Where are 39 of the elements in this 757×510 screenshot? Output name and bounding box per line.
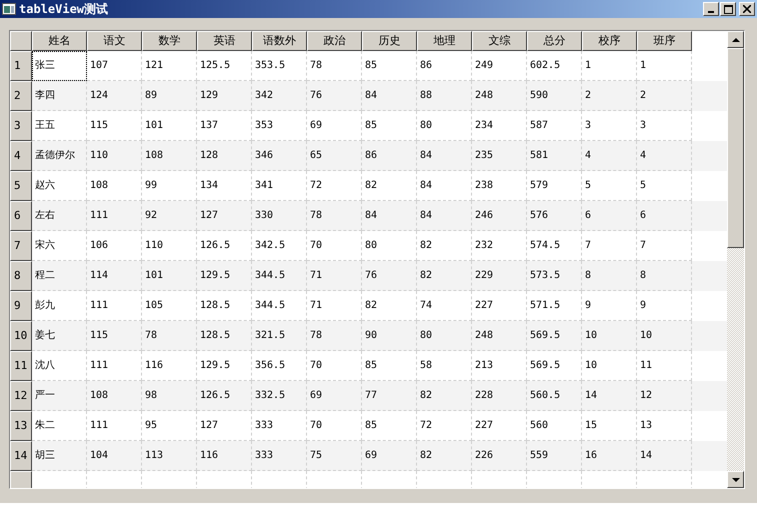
maximize-icon [724,4,732,14]
row-header[interactable]: 5 [10,171,32,201]
column-header[interactable]: 英语 [197,31,252,51]
column-header[interactable]: 校序 [582,31,637,51]
column-header[interactable]: 数学 [142,31,197,51]
column-header[interactable]: 历史 [362,31,417,51]
row-header[interactable]: 4 [10,141,32,171]
column-header[interactable]: 语数外 [252,31,307,51]
row-header[interactable]: 6 [10,201,32,231]
column-header[interactable]: 姓名 [32,31,87,51]
column-header[interactable]: 政治 [307,31,362,51]
row-header[interactable]: 11 [10,351,32,381]
row-header[interactable]: 7 [10,231,32,261]
minimize-button[interactable] [703,2,719,16]
vertical-scrollbar[interactable] [727,31,744,488]
maximize-button[interactable] [720,2,736,16]
down-arrow-icon [732,478,740,482]
column-header[interactable]: 总分 [527,31,582,51]
row-header[interactable]: 1 [10,51,32,81]
up-arrow-icon [732,38,740,42]
row-header[interactable]: 10 [10,321,32,351]
column-header[interactable]: 地理 [417,31,472,51]
row-header[interactable]: 14 [10,441,32,471]
close-icon [743,5,751,13]
row-header[interactable]: 3 [10,111,32,141]
scroll-up-button[interactable] [727,31,744,48]
window-title: tableView测试 [19,0,110,18]
column-header[interactable]: 语文 [87,31,142,51]
column-header[interactable]: 班序 [637,31,692,51]
row-header[interactable]: 8 [10,261,32,291]
scroll-down-button[interactable] [727,471,744,488]
row-header[interactable]: 2 [10,81,32,111]
close-button[interactable] [739,2,755,16]
row-header[interactable]: 12 [10,381,32,411]
scrollbar-thumb[interactable] [727,48,744,248]
column-header[interactable]: 文综 [472,31,527,51]
row-header[interactable]: 9 [10,291,32,321]
window-icon [2,3,16,15]
row-header[interactable]: 13 [10,411,32,441]
